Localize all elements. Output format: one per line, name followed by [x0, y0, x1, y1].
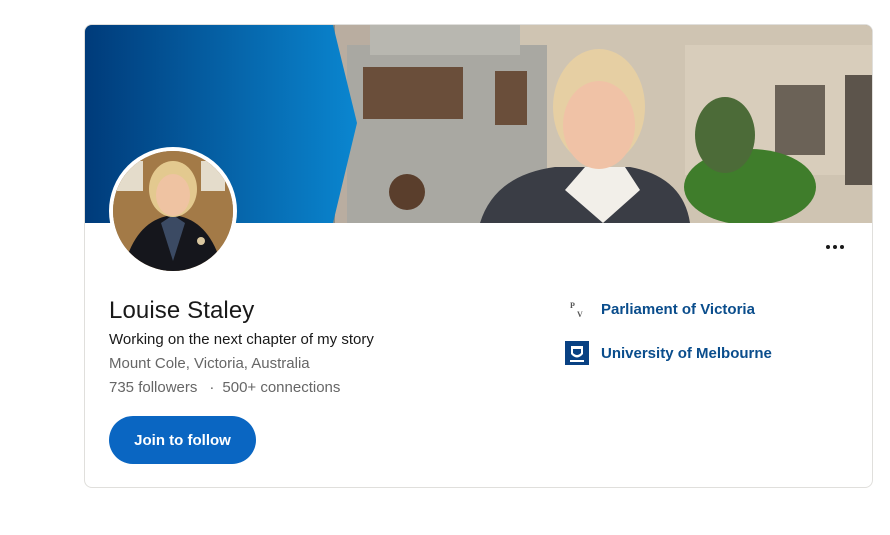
org-name: Parliament of Victoria [601, 300, 755, 318]
stats-separator: · [209, 379, 215, 396]
profile-location: Mount Cole, Victoria, Australia [109, 355, 310, 372]
profile-headline: Working on the next chapter of my story [109, 331, 374, 348]
profile-card: Louise Staley Working on the next chapte… [84, 24, 873, 488]
org-name: University of Melbourne [601, 344, 772, 362]
svg-text:V: V [577, 310, 583, 319]
svg-text:P: P [570, 301, 575, 310]
connections-count: 500+ connections [222, 379, 341, 396]
org-university-of-melbourne[interactable]: University of Melbourne [565, 341, 772, 365]
profile-name: Louise Staley [109, 297, 255, 324]
join-to-follow-button[interactable]: Join to follow [109, 416, 256, 464]
more-options-icon [826, 245, 830, 249]
org-parliament-of-victoria[interactable]: P V Parliament of Victoria [565, 297, 755, 321]
university-of-melbourne-logo [565, 341, 589, 365]
followers-count: 735 followers [109, 379, 198, 396]
more-options-button[interactable] [819, 235, 851, 259]
profile-photo[interactable] [109, 147, 237, 275]
profile-stats: 735 followers · 500+ connections [109, 379, 340, 396]
parliament-of-victoria-logo: P V [565, 297, 589, 321]
